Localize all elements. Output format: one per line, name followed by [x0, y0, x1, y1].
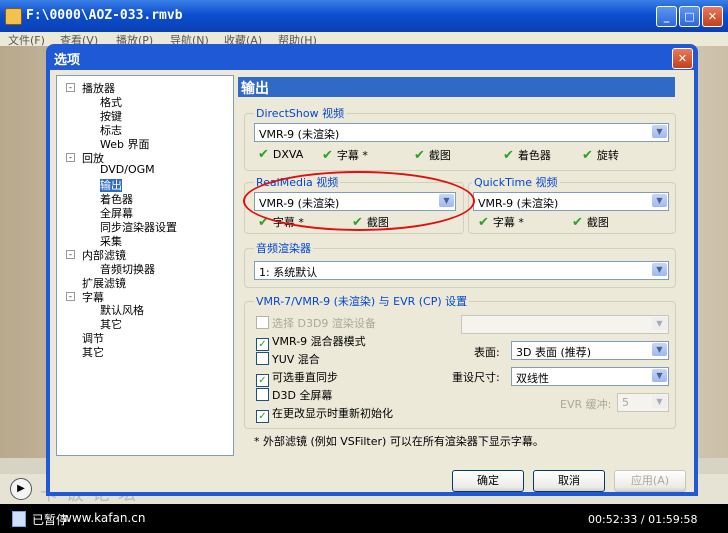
vsync-checkbox[interactable]: ✓ 可选垂直同步: [256, 369, 338, 387]
check-icon: ✔: [414, 148, 425, 163]
player-title: F:\0000\AOZ-033.rmvb: [26, 8, 183, 23]
evr-value: 5: [622, 396, 629, 409]
feature-indicator: ✔ 字幕 *: [478, 214, 524, 230]
chevron-down-icon: ▼: [652, 125, 667, 138]
tree-node-label: DVD/OGM: [100, 163, 155, 177]
apply-button[interactable]: 应用(A): [614, 470, 686, 492]
dialog-title: 选项: [54, 53, 81, 68]
feature-indicator: ✔ 截图: [572, 214, 609, 230]
dialog-close-icon[interactable]: ✕: [672, 48, 693, 69]
highlight-annotation: [243, 171, 475, 231]
vsync-label: 可选垂直同步: [272, 371, 338, 384]
watermark-url: www.kafan.cn: [62, 511, 146, 525]
maximize-icon[interactable]: □: [679, 6, 700, 27]
reinit-label: 在更改显示时重新初始化: [272, 407, 393, 420]
app-icon: [5, 8, 22, 25]
chevron-down-icon: ▼: [652, 194, 667, 207]
tree-node-label: Web 界面: [100, 137, 150, 151]
quicktime-label: QuickTime 视频: [472, 174, 560, 190]
d3d-fullscreen-checkbox[interactable]: D3D 全屏幕: [256, 387, 332, 403]
evr-label: EVR 缓冲:: [560, 398, 612, 411]
audio-label: 音频渲染器: [254, 240, 313, 256]
quicktime-value: VMR-9 (未渲染): [478, 197, 559, 210]
vmr-label: VMR-7/VMR-9 (未渲染) 与 EVR (CP) 设置: [254, 293, 470, 309]
chevron-down-icon: ▼: [652, 395, 667, 408]
directshow-label: DirectShow 视频: [254, 105, 347, 121]
check-icon: ✔: [322, 148, 333, 163]
feature-label: 字幕 *: [336, 149, 368, 162]
checkbox-box: [256, 316, 269, 329]
feature-label: 字幕 *: [492, 216, 524, 229]
resize-select[interactable]: 双线性 ▼: [511, 367, 669, 386]
tree-node[interactable]: 其它: [82, 344, 104, 360]
feature-label: 旋转: [596, 149, 619, 162]
surface-select[interactable]: 3D 表面 (推荐) ▼: [511, 341, 669, 360]
tree-expander-icon[interactable]: -: [66, 83, 75, 92]
quicktime-select[interactable]: VMR-9 (未渲染) ▼: [473, 192, 669, 211]
tree-expander-icon[interactable]: -: [66, 249, 75, 259]
feature-indicator: ✔ 着色器: [503, 147, 551, 163]
check-icon: ✔: [478, 215, 489, 230]
mixer-checkbox[interactable]: ✓ VMR-9 混合器模式: [256, 333, 366, 351]
check-icon: ✔: [572, 215, 583, 230]
feature-label: DXVA: [272, 148, 304, 161]
time-display: 00:52:33 / 01:59:58: [588, 513, 698, 526]
feature-label: 截图: [586, 216, 609, 229]
play-button[interactable]: ▶: [10, 478, 32, 500]
checkbox-box: ✓: [256, 410, 269, 423]
status-bar: 已暂停 www.kafan.cn 00:52:33 / 01:59:58: [0, 504, 728, 533]
checkbox-box: ✓: [256, 374, 269, 387]
page-title: 输出: [238, 77, 675, 97]
status-icon: [12, 511, 26, 527]
checkbox-box: [256, 352, 269, 365]
feature-indicator: ✔ DXVA: [258, 147, 303, 162]
chevron-down-icon: ▼: [652, 343, 667, 356]
yuv-label: YUV 混合: [272, 353, 320, 366]
feature-label: 截图: [428, 149, 451, 162]
feature-indicator: ✔ 字幕 *: [322, 147, 368, 163]
checkbox-box: ✓: [256, 338, 269, 351]
player-title-bar: F:\0000\AOZ-033.rmvb _ □ ✕: [0, 0, 728, 32]
surface-value: 3D 表面 (推荐): [516, 346, 592, 359]
check-icon: ✔: [258, 147, 269, 162]
tree-expander-icon[interactable]: -: [66, 152, 75, 162]
resize-value: 双线性: [516, 372, 549, 385]
reinit-checkbox[interactable]: ✓ 在更改显示时重新初始化: [256, 405, 393, 423]
close-icon[interactable]: ✕: [702, 6, 723, 27]
ok-button[interactable]: 确定: [452, 470, 524, 492]
directshow-value: VMR-9 (未渲染): [259, 128, 340, 141]
tree-node[interactable]: DVD/OGM: [100, 163, 155, 176]
footnote: * 外部滤镜 (例如 VSFilter) 可以在所有渲染器下显示字幕。: [254, 435, 544, 448]
feature-indicator: ✔ 旋转: [582, 147, 619, 163]
feature-label: 着色器: [517, 149, 551, 162]
d3d9-device-select[interactable]: ▼: [461, 315, 669, 334]
checkbox-box: [256, 388, 269, 401]
cancel-button[interactable]: 取消: [533, 470, 605, 492]
mixer-label: VMR-9 混合器模式: [272, 335, 366, 348]
page-title-text: 输出: [241, 81, 269, 97]
feature-indicator: ✔ 截图: [414, 147, 451, 163]
evr-buffer-select[interactable]: 5 ▼: [617, 393, 669, 412]
directshow-select[interactable]: VMR-9 (未渲染) ▼: [254, 123, 669, 142]
audio-select[interactable]: 1: 系统默认 ▼: [254, 261, 669, 280]
audio-value: 1: 系统默认: [259, 266, 318, 279]
tree-node[interactable]: Web 界面: [100, 136, 149, 152]
options-tree: - 播放器 格式 按键 标志 Web 界面 - 回放 DVD/OGM 输出 着色器 全屏幕 同步渲染器设…: [56, 75, 234, 456]
tree-node-label: 其它: [82, 346, 104, 360]
chevron-down-icon: ▼: [652, 263, 667, 276]
resize-label: 重设尺寸:: [452, 371, 500, 384]
d3d9-checkbox[interactable]: 选择 D3D9 渲染设备: [256, 315, 376, 331]
check-icon: ✔: [503, 148, 514, 163]
chevron-down-icon: ▼: [652, 369, 667, 382]
d3d-fullscreen-label: D3D 全屏幕: [272, 389, 333, 402]
tree-expander-icon[interactable]: -: [66, 291, 75, 301]
d3d9-label: 选择 D3D9 渲染设备: [272, 317, 376, 330]
chevron-down-icon: ▼: [652, 317, 667, 330]
minimize-icon[interactable]: _: [656, 6, 677, 27]
yuv-checkbox[interactable]: YUV 混合: [256, 351, 320, 367]
surface-label: 表面:: [474, 346, 500, 359]
check-icon: ✔: [582, 148, 593, 163]
